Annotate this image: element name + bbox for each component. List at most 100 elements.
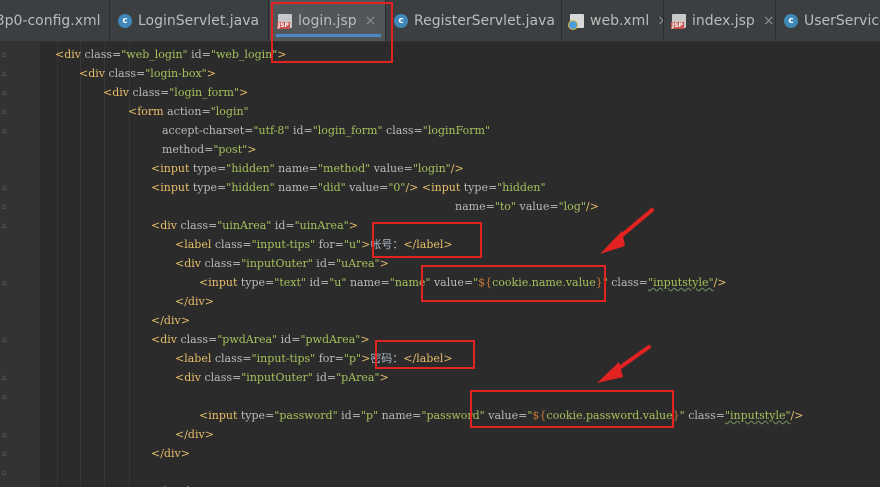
code-line: accept-charset="utf-8" id="login_form" c… (162, 121, 490, 140)
code-line: <div class="inputOuter" id="pArea"> (175, 368, 389, 387)
code-token: "inputstyle" (724, 409, 791, 422)
code-token: "uArea" (336, 257, 380, 270)
jsp-file-icon (671, 13, 686, 29)
code-token: "p" (360, 409, 379, 422)
code-token: "pwdArea" (217, 333, 278, 346)
code-token: class= (84, 48, 122, 61)
tab-label: login.jsp (298, 12, 357, 29)
code-token: } (672, 409, 680, 422)
code-token: ${ (532, 409, 547, 422)
code-token: action= (167, 105, 211, 118)
editor-tab-bar: c3p0-config.xml×cLoginServlet.java×login… (0, 0, 880, 42)
code-token: <div (151, 333, 181, 346)
code-token: class= (382, 124, 423, 137)
close-tab-icon[interactable]: × (657, 13, 663, 29)
code-line: <div class="uinArea" id="uinArea"> (151, 216, 358, 235)
code-token: > (360, 333, 370, 346)
code-token: class= (180, 219, 218, 232)
code-token: method= (162, 143, 214, 156)
code-token: /> (450, 162, 464, 175)
code-token: </label> (403, 352, 453, 365)
java-class-icon: c (394, 13, 408, 28)
close-tab-icon[interactable]: × (763, 13, 775, 29)
code-token: "pwdArea" (300, 333, 361, 346)
code-token: </div> (151, 447, 190, 460)
code-token: name= (346, 276, 390, 289)
code-token: </label> (403, 238, 453, 251)
code-token: cookie.password.value (546, 409, 673, 422)
code-token: <input (199, 409, 241, 422)
code-token: /> (585, 200, 599, 213)
code-token: "did" (317, 181, 346, 194)
code-token: /> (713, 276, 727, 289)
code-token: "login_form" (169, 86, 240, 99)
code-token: type= (192, 181, 227, 194)
editor-tab[interactable]: web.xml × (562, 0, 664, 41)
code-token: <label (175, 352, 215, 365)
code-line: method="post"> (162, 140, 256, 159)
xml-file-icon (568, 13, 584, 30)
editor-tab[interactable]: cRegisterServlet.java× (386, 0, 562, 41)
tab-label: web.xml (590, 12, 650, 29)
code-token: class= (108, 67, 146, 80)
code-token: id= (312, 371, 337, 384)
code-token: type= (463, 181, 498, 194)
code-token: "to" (494, 200, 516, 213)
code-line: <input type="hidden" name="did" value="0… (151, 178, 546, 197)
code-token: /> (405, 181, 419, 194)
editor-tab[interactable]: c UserService. (776, 0, 880, 41)
code-token: "password" (421, 409, 485, 422)
code-token: /> (790, 409, 804, 422)
code-line: <label class="input-tips" for="u">帐号：</l… (175, 235, 453, 254)
code-token: "web_login" (121, 48, 188, 61)
code-token: "loginForm" (422, 124, 491, 137)
code-token: "hidden" (497, 181, 546, 194)
code-token: value= (345, 181, 389, 194)
code-token: "login" (210, 105, 249, 118)
editor-tab[interactable]: c3p0-config.xml× (0, 0, 110, 41)
code-token: "0" (388, 181, 406, 194)
tab-label: c3p0-config.xml (0, 12, 101, 29)
editor-tab[interactable]: login.jsp × (270, 0, 386, 41)
code-token: "text" (274, 276, 306, 289)
code-token: type= (192, 162, 227, 175)
code-token: "inputOuter" (241, 257, 313, 270)
java-class-icon: c (784, 13, 798, 28)
close-tab-icon[interactable]: × (267, 13, 268, 29)
code-token: "utf-8" (253, 124, 290, 137)
code-token: <div (151, 219, 181, 232)
code-token: type= (240, 409, 275, 422)
code-editor[interactable]: <div class="web_login" id="web_login"> <d… (0, 42, 880, 487)
code-token: class= (214, 238, 252, 251)
editor-tab[interactable]: index.jsp × (664, 0, 776, 41)
code-token: name= (274, 162, 318, 175)
code-token: "pArea" (336, 371, 380, 384)
code-token: "login_form" (312, 124, 383, 137)
code-token: </div> (151, 314, 190, 327)
code-line: <input type="hidden" name="method" value… (151, 159, 464, 178)
tab-label: UserService. (804, 12, 880, 29)
close-tab-icon[interactable]: × (365, 13, 377, 29)
code-token: </div> (175, 295, 214, 308)
code-token: id= (289, 124, 313, 137)
code-token: "post" (213, 143, 248, 156)
tab-label: RegisterServlet.java (414, 12, 555, 29)
jsp-file-icon (277, 13, 292, 29)
code-token: "login" (412, 162, 451, 175)
code-line: name="to" value="log"/> (455, 197, 599, 216)
editor-tab[interactable]: c LoginServlet.java × (110, 0, 269, 41)
code-token: <div (103, 86, 133, 99)
code-token: class= (214, 352, 252, 365)
code-line: </div> (151, 444, 190, 463)
code-token: type= (240, 276, 275, 289)
code-token: "hidden" (226, 162, 275, 175)
code-token: > (348, 219, 358, 232)
code-token: "password" (274, 409, 338, 422)
code-token: "name" (389, 276, 431, 289)
code-token: class= (684, 409, 725, 422)
code-token: <div (79, 67, 109, 80)
code-token: value= (370, 162, 413, 175)
code-token: value= (515, 200, 559, 213)
code-token: id= (277, 333, 301, 346)
code-line: <div class="..."> (151, 482, 247, 487)
